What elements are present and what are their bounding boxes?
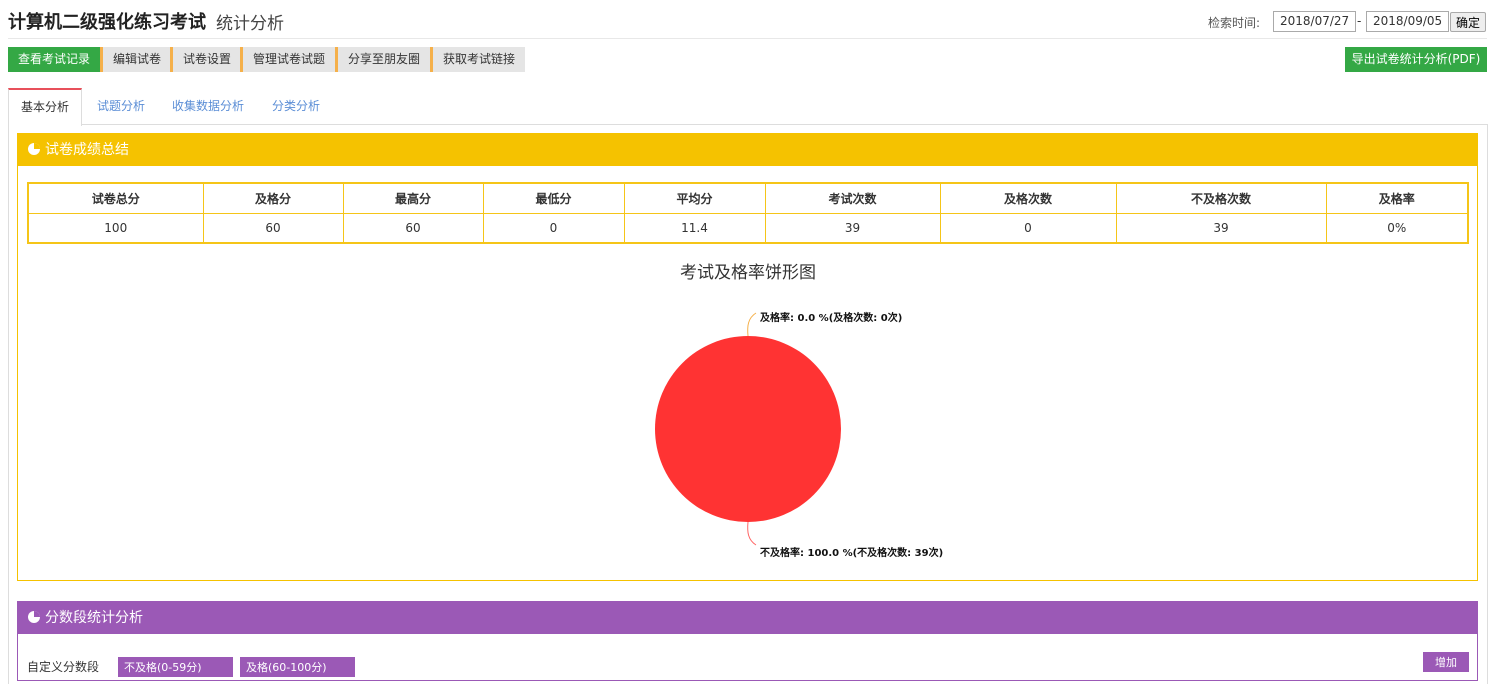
score-band-title: 分数段统计分析 [45,610,143,626]
score-band-header: 分数段统计分析 [18,602,1477,634]
pie-chart-icon [28,611,40,623]
pass-leader-line [747,312,757,337]
fail-leader-line [747,521,757,546]
pie-chart [655,312,841,546]
pie-label-fail: 不及格率: 100.0 %(不及格次数: 39次) [760,548,944,559]
pie-label-pass: 及格率: 0.0 %(及格次数: 0次) [760,313,903,324]
custom-band-label: 自定义分数段 [27,660,100,674]
band-tag-fail[interactable]: 不及格(0-59分) [118,657,233,677]
pie-slice-fail [655,336,841,522]
add-band-button[interactable]: 增加 [1423,652,1469,672]
score-band-panel: 分数段统计分析 [17,601,1478,681]
band-tag-pass[interactable]: 及格(60-100分) [240,657,355,677]
